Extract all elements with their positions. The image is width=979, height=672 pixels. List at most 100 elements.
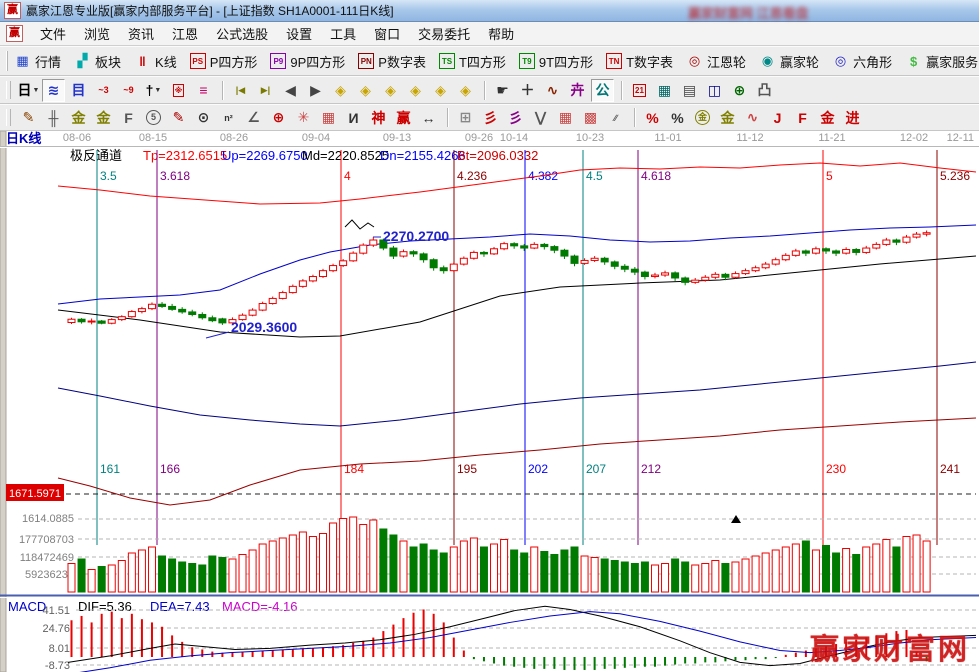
market-quotes-button[interactable]: ▦行情 xyxy=(14,52,61,71)
fib-grid-button[interactable]: F xyxy=(117,106,140,129)
toolbar-gripper[interactable] xyxy=(6,81,11,99)
f-line-button[interactable]: F xyxy=(791,106,814,129)
macd-header-item: MACD=-4.16 xyxy=(222,599,298,614)
network-button[interactable]: ⊕ xyxy=(728,79,751,102)
slope-lines-button[interactable]: ∕∕ xyxy=(604,106,627,129)
p-number-table-button[interactable]: PNP数字表 xyxy=(358,52,426,71)
menu-item-formula-stock-pick[interactable]: 公式选股 xyxy=(207,22,277,45)
goto-first-button[interactable]: |◀ xyxy=(229,79,252,102)
red-grid-b-button[interactable]: ▩ xyxy=(579,106,602,129)
advance-line-button[interactable]: 进 xyxy=(841,106,864,129)
p-square-label: P四方形 xyxy=(210,52,258,71)
menu-item-trade-entrust[interactable]: 交易委托 xyxy=(409,22,479,45)
time-grid-button[interactable]: ╫ xyxy=(42,106,65,129)
zoom-in-all-button[interactable]: ◈ xyxy=(429,79,452,102)
gold-circle-button[interactable]: 金 xyxy=(691,106,714,129)
save-button[interactable]: ◫ xyxy=(703,79,726,102)
t9-square-button[interactable]: T99T四方形 xyxy=(519,52,593,71)
gold-grid-a-button[interactable]: 金 xyxy=(67,106,90,129)
time-cycle-button[interactable]: ⊙ xyxy=(192,106,215,129)
gann-circle-button[interactable]: ⊕ xyxy=(267,106,290,129)
p-square-button[interactable]: PSP四方形 xyxy=(190,52,258,71)
gold-pen-button[interactable]: 金 xyxy=(816,106,839,129)
ray-fan-purple-button[interactable]: 彡 xyxy=(504,106,527,129)
segment-tool-button[interactable]: ∿ xyxy=(541,79,564,102)
span-arrow-button[interactable]: ↔ xyxy=(417,106,440,129)
candle-type-dropdown-dropdown-arrow[interactable]: ▼ xyxy=(154,87,161,94)
shen-grid-button[interactable]: 神 xyxy=(367,106,390,129)
formula-editor-button[interactable]: 公 xyxy=(591,79,614,102)
calculator-button[interactable]: ▦ xyxy=(653,79,676,102)
gold-level-a-button[interactable]: 金 xyxy=(716,106,739,129)
v-lines-button[interactable]: ⋁ xyxy=(529,106,552,129)
chart-area[interactable]: 08-0608-1508-2609-0409-1309-2610-1410-23… xyxy=(0,131,979,672)
kline-chart-canvas[interactable]: 08-0608-1508-2609-0409-1309-2610-1410-23… xyxy=(0,131,979,672)
print-button[interactable]: 凸 xyxy=(753,79,776,102)
kline-chart-button[interactable]: ‖K线 xyxy=(134,52,177,71)
gold-grid-b-button[interactable]: 金 xyxy=(92,106,115,129)
kline-chart-icon: ‖ xyxy=(134,53,151,70)
titlebar-watermark-text: 赢家财富网 江恩看盘 xyxy=(688,3,809,22)
n-square-button[interactable]: n² xyxy=(217,106,240,129)
hexagon-tool-button[interactable]: ◎六角形 xyxy=(832,52,892,71)
crosshair-button[interactable]: ＋ xyxy=(516,79,539,102)
notes-button[interactable]: ▤ xyxy=(678,79,701,102)
macd-header-item: DEA=7.43 xyxy=(150,599,210,614)
menu-item-settings[interactable]: 设置 xyxy=(277,22,321,45)
trend-mode-button[interactable]: ≋ xyxy=(42,79,65,102)
menu-item-tools[interactable]: 工具 xyxy=(321,22,365,45)
period-dropdown-dropdown-arrow[interactable]: ▼ xyxy=(33,87,40,94)
spiral-5-button[interactable]: 5 xyxy=(142,106,165,129)
red-pen-button[interactable]: ✎ xyxy=(167,106,190,129)
window-titlebar[interactable]: 赢 赢家江恩专业版[赢家内部服务平台] - [上证指数 SH1A0001-111… xyxy=(0,0,979,22)
percent-plain-button[interactable]: % xyxy=(666,106,689,129)
zoom-out-h-button[interactable]: ◈ xyxy=(329,79,352,102)
star-grid-button[interactable]: ✳ xyxy=(292,106,315,129)
page-prev-button[interactable]: ◀ xyxy=(279,79,302,102)
winner-service-button[interactable]: $赢家服务 xyxy=(905,52,978,71)
toolbar-gripper[interactable] xyxy=(6,51,8,71)
date-label: 11-01 xyxy=(654,132,681,144)
info-panel-button[interactable]: 目 xyxy=(67,79,90,102)
menu-item-gann[interactable]: 江恩 xyxy=(163,22,207,45)
winner-wheel-button[interactable]: ◉赢家轮 xyxy=(759,52,819,71)
period-dropdown-button[interactable]: 日▼ xyxy=(17,79,40,102)
mark-n-button[interactable]: И xyxy=(342,106,365,129)
wave-3-button[interactable]: ~3 xyxy=(92,79,115,102)
menu-item-file[interactable]: 文件 xyxy=(31,22,75,45)
menu-item-news[interactable]: 资讯 xyxy=(119,22,163,45)
ying-grid-button[interactable]: 赢 xyxy=(392,106,415,129)
zoom-fit-h-button[interactable]: ◈ xyxy=(379,79,402,102)
ray-fan-red-button[interactable]: 彡 xyxy=(479,106,502,129)
p9-square-button[interactable]: P99P四方形 xyxy=(270,52,345,71)
red-grid-a-button[interactable]: ▦ xyxy=(554,106,577,129)
box-grid-button[interactable]: ▦ xyxy=(317,106,340,129)
candle-type-dropdown-button[interactable]: †▼ xyxy=(142,79,165,102)
colored-volume-button[interactable]: ≡ xyxy=(192,79,215,102)
frame-tool-button[interactable]: ⊞ xyxy=(454,106,477,129)
gann-wheel-button[interactable]: ◎江恩轮 xyxy=(686,52,746,71)
pattern-box-button[interactable]: ※ xyxy=(167,79,190,102)
zoom-out-all-button[interactable]: ◈ xyxy=(404,79,427,102)
zoom-fit-all-button[interactable]: ◈ xyxy=(454,79,477,102)
menu-item-help[interactable]: 帮助 xyxy=(479,22,523,45)
calendar-button[interactable]: 21 xyxy=(628,79,651,102)
draw-knife-button[interactable]: ✎ xyxy=(17,106,40,129)
page-next-button[interactable]: ▶ xyxy=(304,79,327,102)
market-quotes-label: 行情 xyxy=(35,52,61,71)
gann-mark-button[interactable]: 卉 xyxy=(566,79,589,102)
t-square-button[interactable]: TST四方形 xyxy=(439,52,506,71)
angle-tool-button[interactable]: ∠ xyxy=(242,106,265,129)
wave-9-button[interactable]: ~9 xyxy=(117,79,140,102)
toolbar-gripper[interactable] xyxy=(6,109,11,127)
t-number-table-button[interactable]: TNT数字表 xyxy=(606,52,673,71)
j-line-button[interactable]: J xyxy=(766,106,789,129)
goto-last-button[interactable]: ▶| xyxy=(254,79,277,102)
menu-item-window[interactable]: 窗口 xyxy=(365,22,409,45)
zoom-in-h-button[interactable]: ◈ xyxy=(354,79,377,102)
percent-strike-button[interactable]: % xyxy=(641,106,664,129)
sector-blocks-button[interactable]: ▞板块 xyxy=(74,52,121,71)
menu-item-view[interactable]: 浏览 xyxy=(75,22,119,45)
pan-hand-button[interactable]: ☛ xyxy=(491,79,514,102)
wave-overlay-button[interactable]: ∿ xyxy=(741,106,764,129)
